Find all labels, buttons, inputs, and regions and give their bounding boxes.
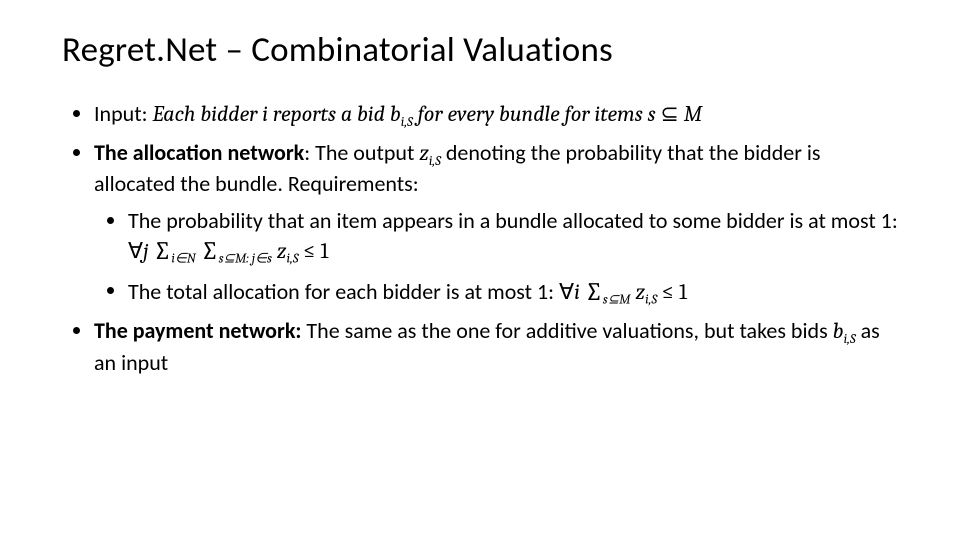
sub-is: i,S — [401, 114, 413, 129]
sum-icon: ∑ — [153, 237, 171, 266]
bullet-input: Input: Each bidder i reports a bid bi,S … — [94, 100, 898, 131]
label-input: Input: — [94, 100, 152, 127]
forall: ∀ — [559, 278, 574, 304]
forall: ∀ — [128, 237, 143, 263]
sub-bullet-total-alloc: The total allocation for each bidder is … — [128, 277, 898, 310]
sub-is: i,S — [844, 332, 856, 347]
label-allocation: The allocation network — [94, 139, 304, 166]
text: The probability that an item appears in … — [128, 207, 898, 234]
sub-is: i,S — [645, 292, 657, 307]
slide: Regret.Net – Combinatorial Valuations In… — [0, 0, 960, 540]
sub-is: i,S — [429, 154, 441, 169]
slide-title: Regret.Net – Combinatorial Valuations — [62, 28, 898, 74]
var-b: b — [390, 101, 401, 127]
text: for every bundle for items — [413, 101, 648, 127]
sum-sub: s⊆M — [603, 292, 631, 307]
sum-icon: ∑ — [585, 278, 603, 307]
sum-sub: s⊆M: j∈s — [219, 251, 272, 266]
var-s: s — [648, 101, 656, 127]
sum-sub: i∈N — [171, 251, 195, 266]
sub-bullet-item-prob: The probability that an item appears in … — [128, 207, 898, 268]
bullet-list: Input: Each bidder i reports a bid bi,S … — [62, 100, 898, 378]
subset: ⊆ — [656, 101, 684, 127]
bullet-allocation: The allocation network: The output zi,S … — [94, 139, 898, 309]
leq-one: ≤ 1 — [298, 237, 328, 263]
var-z: z — [636, 278, 646, 304]
text: : The output — [304, 139, 419, 166]
bullet-payment: The payment network: The same as the one… — [94, 317, 898, 377]
label-payment: The payment network: — [94, 317, 301, 344]
sub-is: i,S — [286, 251, 298, 266]
var-m: M — [684, 101, 702, 127]
text: Each bidder i reports a bid — [152, 101, 389, 127]
sum-icon: ∑ — [201, 237, 219, 266]
sub-list: The probability that an item appears in … — [94, 207, 898, 309]
var-b: b — [833, 318, 844, 344]
text: The same as the one for additive valuati… — [301, 317, 832, 344]
var-z: z — [419, 140, 429, 166]
leq-one: ≤ 1 — [657, 278, 687, 304]
text: The total allocation for each bidder is … — [128, 277, 559, 304]
